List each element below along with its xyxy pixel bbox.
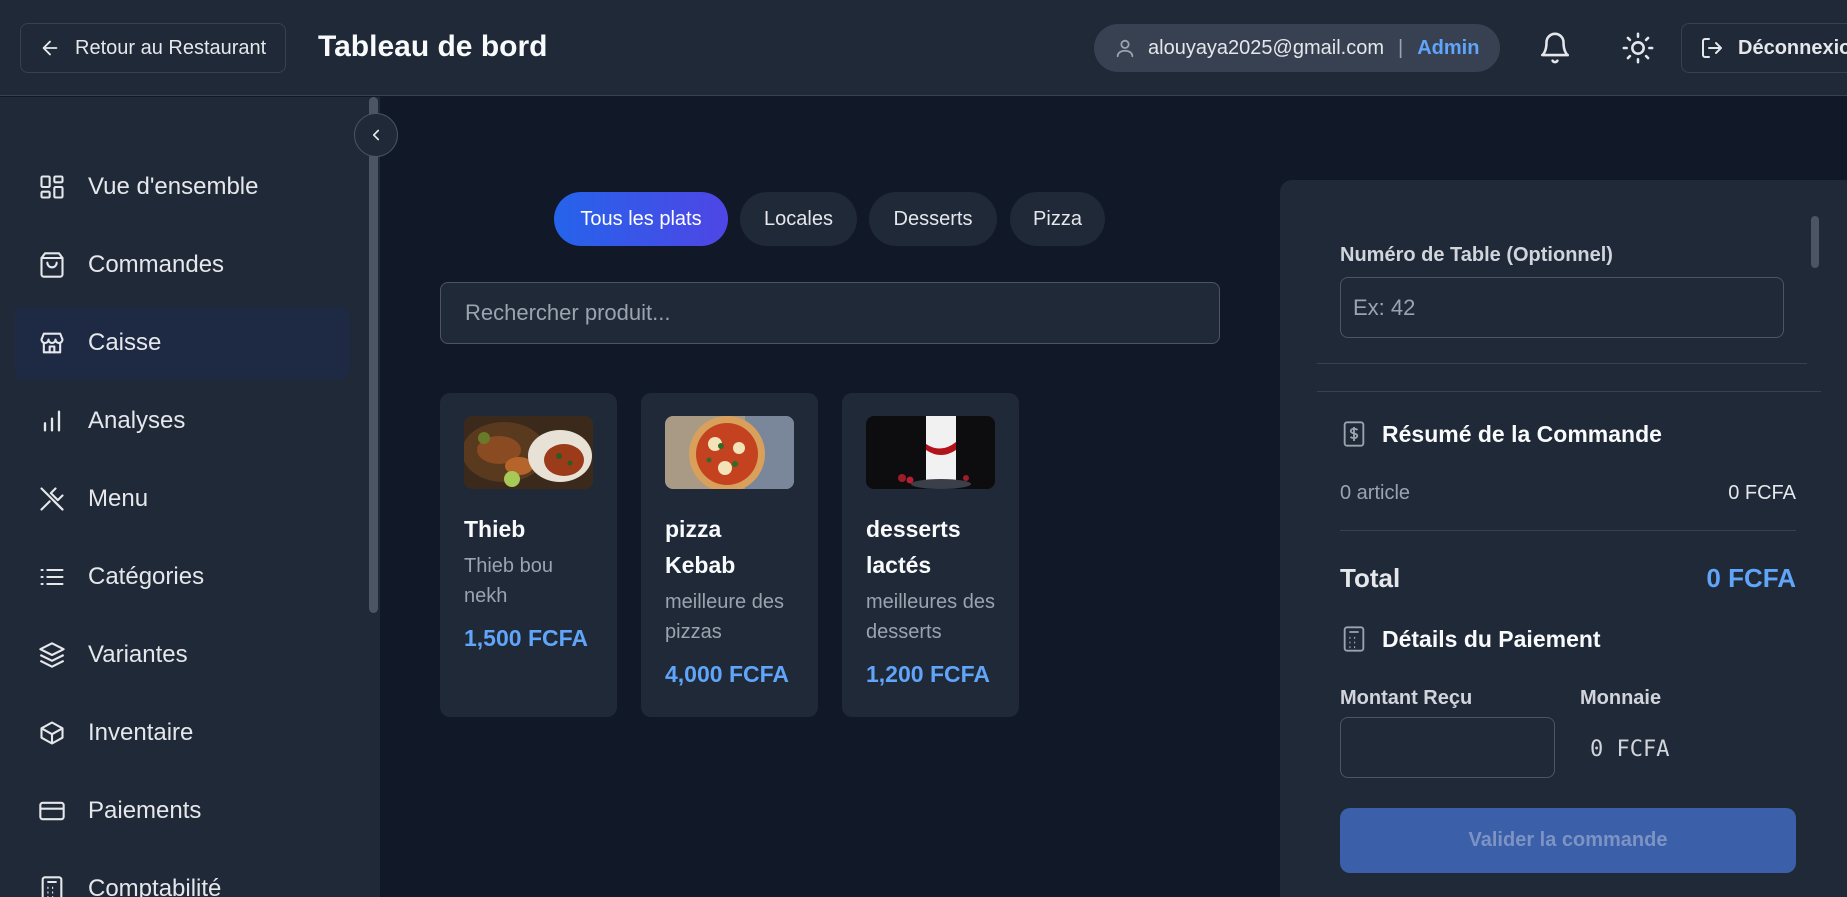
total-label: Total (1340, 563, 1401, 593)
page-title: Tableau de bord (318, 30, 548, 63)
order-summary-title: Résumé de la Commande (1340, 420, 1662, 448)
pizza-image (665, 416, 794, 489)
sidebar-item-analytics[interactable]: Analyses (14, 385, 350, 457)
divider (1317, 391, 1821, 392)
logout-icon (1702, 38, 1722, 58)
back-to-restaurant-button[interactable]: Retour au Restaurant (20, 23, 287, 73)
user-email: alouyaya2025@gmail.com (1148, 36, 1384, 59)
payment-details-label: Détails du Paiement (1382, 625, 1601, 652)
utensils-icon (40, 487, 64, 511)
change-value: 0 FCFA (1590, 737, 1670, 762)
user-separator: | (1398, 36, 1404, 59)
sidebar-item-categories[interactable]: Catégories (14, 541, 350, 613)
bar-chart-icon (43, 410, 61, 432)
total-value: 0 FCFA (1706, 563, 1796, 593)
item-count: 0 article (1340, 482, 1411, 504)
product-price: 1,500 FCFA (464, 625, 588, 651)
bell-icon[interactable] (1538, 31, 1572, 65)
sidebar-item-label: Commandes (88, 251, 225, 278)
thieb-dish-image (464, 416, 593, 489)
product-description: meilleure des pizzas (665, 591, 784, 643)
search-input[interactable] (440, 282, 1220, 344)
payment-details-title: Détails du Paiement (1340, 625, 1601, 653)
sidebar-item-orders[interactable]: Commandes (14, 229, 350, 301)
sidebar-item-label: Caisse (88, 329, 162, 356)
credit-card-icon (39, 801, 65, 821)
sidebar-item-label: Inventaire (88, 719, 194, 746)
product-price: 4,000 FCFA (665, 661, 789, 687)
category-pizza[interactable]: Pizza (1010, 192, 1105, 246)
chevron-left-icon (372, 129, 380, 141)
order-summary-label: Résumé de la Commande (1382, 420, 1662, 447)
divider (1340, 530, 1796, 531)
amount-received-label: Montant Reçu (1340, 687, 1473, 709)
sidebar-item-label: Variantes (88, 641, 188, 668)
sidebar-item-cashier[interactable]: Caisse (14, 307, 350, 379)
top-header: Retour au Restaurant Tableau de bord alo… (0, 0, 1847, 96)
list-icon (40, 568, 64, 586)
product-name: Thieb (464, 516, 526, 542)
collapse-sidebar-button[interactable] (354, 113, 398, 157)
sidebar-item-label: Catégories (88, 563, 205, 590)
table-number-label: Numéro de Table (Optionnel) (1340, 244, 1613, 266)
sidebar-item-overview[interactable]: Vue d'ensemble (14, 151, 350, 223)
validate-order-button[interactable]: Valider la commande (1340, 808, 1796, 873)
user-role: Admin (1417, 36, 1480, 59)
sidebar-item-menu[interactable]: Menu (14, 463, 350, 535)
category-desserts[interactable]: Desserts (869, 192, 997, 246)
calculator-icon (1343, 626, 1365, 652)
sidebar-item-accounting[interactable]: Comptabilité (14, 853, 350, 897)
product-image (866, 416, 995, 489)
product-card-thieb[interactable]: Thieb Thieb bou nekh 1,500 FCFA (440, 393, 617, 717)
product-card-desserts[interactable]: desserts lactés meilleures des desserts … (842, 393, 1019, 717)
divider (1317, 363, 1807, 364)
product-name: desserts lactés (866, 516, 961, 578)
change-label: Monnaie (1580, 687, 1662, 709)
layers-icon (39, 642, 65, 668)
sidebar-item-variants[interactable]: Variantes (14, 619, 350, 691)
sidebar-item-payments[interactable]: Paiements (14, 775, 350, 847)
product-image (665, 416, 794, 489)
product-price: 1,200 FCFA (866, 661, 990, 687)
sidebar-scrollbar-thumb[interactable] (369, 97, 378, 613)
calculator-icon (41, 876, 63, 897)
arrow-left-icon (42, 40, 58, 56)
product-card-pizza-kebab[interactable]: pizza Kebab meilleure des pizzas 4,000 F… (641, 393, 818, 717)
sidebar-item-inventory[interactable]: Inventaire (14, 697, 350, 769)
sun-icon[interactable] (1621, 31, 1655, 65)
category-local[interactable]: Locales (740, 192, 857, 246)
shopping-bag-icon (40, 252, 64, 278)
amount-received-input[interactable] (1340, 717, 1555, 778)
product-image (464, 416, 593, 489)
grid-icon (40, 175, 64, 199)
product-description: Thieb bou nekh (464, 555, 553, 607)
product-description: meilleures des desserts (866, 591, 995, 643)
sidebar-item-label: Paiements (88, 797, 202, 824)
user-icon (1116, 39, 1134, 58)
table-number-input[interactable] (1340, 277, 1784, 338)
back-button-label: Retour au Restaurant (75, 36, 267, 59)
dessert-image (866, 416, 995, 489)
sidebar-item-label: Vue d'ensemble (88, 173, 259, 200)
product-name: pizza Kebab (665, 516, 736, 578)
receipt-icon (1343, 421, 1365, 447)
item-amount: 0 FCFA (1728, 482, 1796, 504)
sidebar-item-label: Analyses (88, 407, 186, 434)
order-panel-scrollbar[interactable] (1811, 216, 1819, 268)
logout-label: Déconnexion (1738, 36, 1847, 59)
sidebar-item-label: Menu (88, 485, 149, 512)
sidebar: Vue d'ensemble Commandes Caisse Analyses… (0, 97, 380, 897)
user-info-pill: alouyaya2025@gmail.com | Admin (1094, 24, 1500, 72)
box-icon (40, 721, 64, 745)
category-all-dishes[interactable]: Tous les plats (554, 192, 728, 246)
store-icon (40, 332, 64, 354)
sidebar-item-label: Comptabilité (88, 875, 222, 897)
logout-button[interactable]: Déconnexion (1681, 23, 1847, 73)
